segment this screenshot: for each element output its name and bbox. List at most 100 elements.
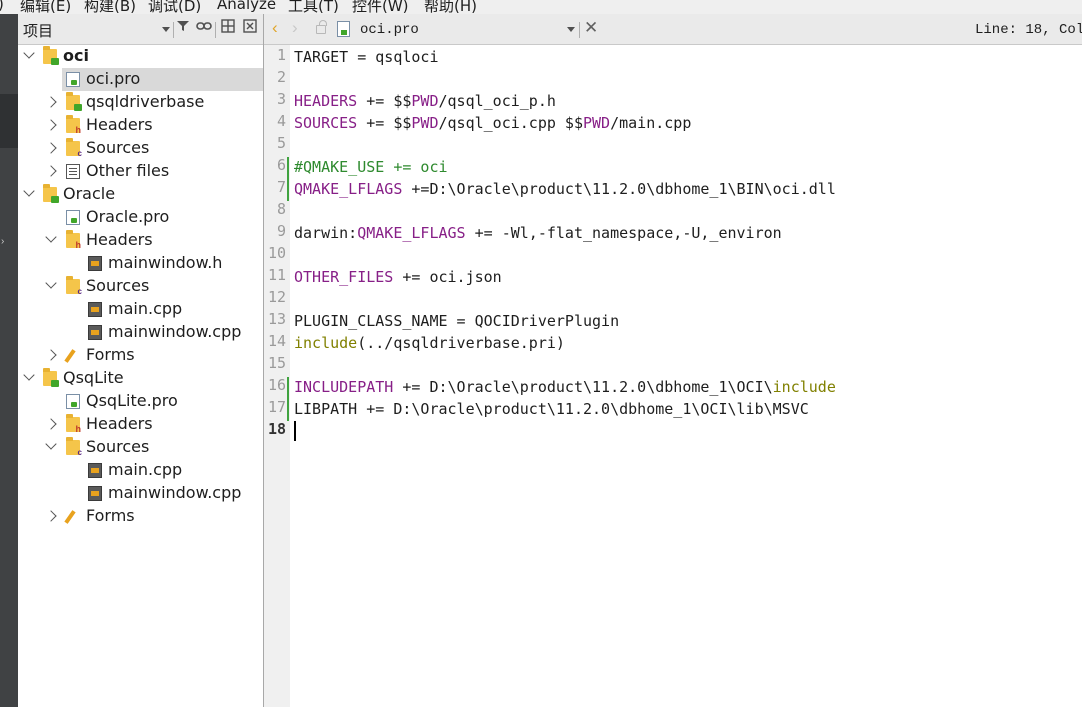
menu-item-partial[interactable]: ) — [0, 0, 4, 13]
code-token: include — [294, 334, 358, 352]
line-number: 13 — [267, 310, 286, 328]
code-line[interactable]: PLUGIN_CLASS_NAME = QOCIDriverPlugin — [294, 310, 619, 332]
code-token: SOURCES — [294, 114, 358, 132]
code-token: include — [772, 378, 836, 396]
chevron-right-icon[interactable] — [45, 349, 57, 361]
tree-item-label: Forms — [86, 345, 135, 364]
tree-item[interactable]: h Headers — [18, 413, 263, 436]
close-panel-icon[interactable] — [241, 19, 259, 39]
tree-item[interactable]: Oracle — [18, 183, 263, 206]
code-line[interactable]: TARGET = qsqloci — [294, 46, 439, 68]
tree-item-label: QsqLite — [63, 368, 124, 387]
menu-item-edit[interactable]: 编辑(E) — [20, 0, 71, 14]
code-editor: ‹ › oci.pro ✕ Line: 18, Col 1 2 3 4 5 6 7 8 9 10 1… — [264, 14, 1082, 707]
code-line[interactable]: darwin:QMAKE_LFLAGS += -Wl,-flat_namespa… — [294, 222, 782, 244]
tree-item[interactable]: c Sources — [18, 275, 263, 298]
code-line[interactable]: SOURCES += $$PWD/qsql_oci.cpp $$PWD/main… — [294, 112, 691, 134]
tree-item[interactable]: qsqldriverbase — [18, 91, 263, 114]
tree-item[interactable]: mainwindow.cpp — [18, 482, 263, 505]
chevron-down-icon[interactable] — [23, 47, 35, 59]
chevron-down-icon[interactable] — [567, 27, 575, 32]
menu-item-analyze[interactable]: Analyze — [217, 0, 276, 13]
menu-item-widgets[interactable]: 控件(W) — [352, 0, 409, 14]
view-selector-combo[interactable]: 项目 — [18, 18, 170, 40]
code-token: += oci.json — [393, 268, 502, 286]
tree-item[interactable]: QsqLite — [18, 367, 263, 390]
lock-icon[interactable] — [316, 20, 327, 34]
tree-item-label: Sources — [86, 437, 150, 456]
chevron-right-icon[interactable] — [45, 418, 57, 430]
code-line[interactable]: #QMAKE_USE += oci — [294, 156, 448, 178]
tree-item[interactable]: Forms — [18, 344, 263, 367]
menu-bar: ) 编辑(E) 构建(B) 调试(D) Analyze 工具(T) 控件(W) … — [0, 0, 1082, 14]
line-number: 5 — [276, 134, 286, 152]
tree-item[interactable]: h Headers — [18, 114, 263, 137]
tree-item[interactable]: Forms — [18, 505, 263, 528]
chevron-down-icon[interactable] — [45, 277, 57, 289]
tree-item-label: mainwindow.cpp — [108, 322, 242, 341]
tree-item-label: oci — [63, 46, 89, 65]
tree-item-label: QsqLite.pro — [86, 391, 178, 410]
tree-item[interactable]: h Headers — [18, 229, 263, 252]
chevron-right-icon[interactable] — [45, 119, 57, 131]
tree-item[interactable]: oci.pro — [62, 68, 263, 91]
code-line[interactable]: HEADERS += $$PWD/qsql_oci_p.h — [294, 90, 556, 112]
headers-folder-icon: h — [66, 230, 81, 250]
open-document-name[interactable]: oci.pro — [360, 22, 419, 38]
tree-item[interactable]: Oracle.pro — [18, 206, 263, 229]
menu-item-tools[interactable]: 工具(T) — [288, 0, 339, 14]
line-number: 11 — [267, 266, 286, 284]
code-line[interactable]: QMAKE_LFLAGS +=D:\Oracle\product\11.2.0\… — [294, 178, 836, 200]
chevron-down-icon[interactable] — [23, 369, 35, 381]
menu-item-debug[interactable]: 调试(D) — [148, 0, 201, 14]
line-number: 15 — [267, 354, 286, 372]
tree-item-label: main.cpp — [108, 299, 183, 318]
code-line[interactable]: INCLUDEPATH += D:\Oracle\product\11.2.0\… — [294, 376, 836, 398]
chevron-right-icon[interactable] — [45, 142, 57, 154]
headers-folder-icon: h — [66, 115, 81, 135]
chevron-right-icon[interactable] — [45, 96, 57, 108]
code-line[interactable]: LIBPATH += D:\Oracle\product\11.2.0\dbho… — [294, 398, 809, 420]
tree-item[interactable]: c Sources — [18, 436, 263, 459]
mode-selected-indicator[interactable] — [0, 94, 18, 148]
filter-icon[interactable] — [174, 19, 192, 39]
mode-glyph-icon: › — [1, 236, 5, 247]
code-token: QMAKE_LFLAGS — [357, 224, 466, 242]
code-token: TARGET = qsqloci — [294, 48, 439, 66]
chevron-right-icon[interactable] — [45, 510, 57, 522]
tree-item[interactable]: oci — [18, 45, 263, 68]
menu-item-build[interactable]: 构建(B) — [84, 0, 136, 14]
code-token: OTHER_FILES — [294, 268, 394, 286]
tree-item-label: Sources — [86, 276, 150, 295]
line-number: 10 — [267, 244, 286, 262]
sources-folder-icon: c — [66, 437, 82, 457]
cursor-position-label: Line: 18, Col — [975, 22, 1082, 38]
line-number: 2 — [276, 68, 286, 86]
chevron-right-icon[interactable] — [45, 165, 57, 177]
tree-item-label: oci.pro — [86, 69, 141, 88]
line-number: 3 — [276, 90, 286, 108]
tree-item[interactable]: mainwindow.cpp — [18, 321, 263, 344]
tree-item[interactable]: c Sources — [18, 137, 263, 160]
tree-item[interactable]: Other files — [18, 160, 263, 183]
forward-arrow-icon[interactable]: › — [292, 18, 298, 38]
code-line[interactable]: OTHER_FILES += oci.json — [294, 266, 502, 288]
code-line[interactable]: include(../qsqldriverbase.pri) — [294, 332, 565, 354]
menu-item-help[interactable]: 帮助(H) — [424, 0, 477, 14]
code-token: /qsql_oci.cpp $$ — [438, 114, 584, 132]
chevron-down-icon[interactable] — [23, 185, 35, 197]
tree-item[interactable]: QsqLite.pro — [18, 390, 263, 413]
split-view-icon[interactable] — [219, 19, 237, 39]
pro-file-icon — [66, 394, 80, 409]
tree-item[interactable]: mainwindow.h — [18, 252, 263, 275]
tree-item[interactable]: main.cpp — [18, 298, 263, 321]
close-icon[interactable]: ✕ — [584, 18, 598, 38]
line-number: 6 — [276, 156, 286, 174]
project-folder-icon — [66, 92, 82, 111]
back-arrow-icon[interactable]: ‹ — [272, 18, 278, 38]
line-number: 17 — [267, 398, 286, 416]
chevron-down-icon[interactable] — [45, 438, 57, 450]
link-icon[interactable] — [195, 19, 213, 39]
tree-item[interactable]: main.cpp — [18, 459, 263, 482]
chevron-down-icon[interactable] — [45, 231, 57, 243]
